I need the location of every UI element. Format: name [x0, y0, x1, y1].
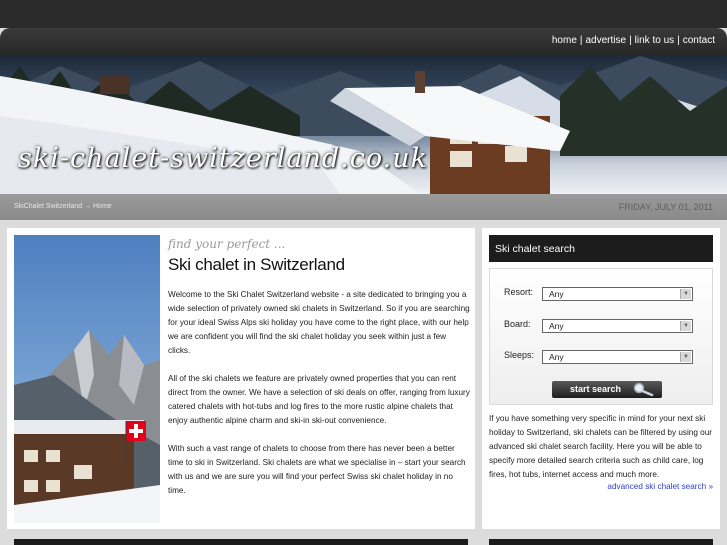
- page-title: Ski chalet in Switzerland: [168, 255, 345, 274]
- site-title-logo[interactable]: ski-chalet-switzerland.co.uk: [18, 143, 428, 174]
- nav-separator: |: [677, 35, 680, 46]
- next-section-header: [14, 539, 468, 545]
- breadcrumb-site[interactable]: SkiChalet Switzerland: [14, 203, 82, 210]
- breadcrumb: SkiChalet Switzerland → Home: [14, 203, 112, 210]
- sleeps-select[interactable]: Any ▼: [542, 350, 693, 364]
- advanced-search-info: If you have something very specific in m…: [489, 414, 713, 479]
- board-select[interactable]: Any ▼: [542, 319, 693, 333]
- nav-separator: |: [629, 35, 632, 46]
- resort-select[interactable]: Any ▼: [542, 287, 693, 301]
- sleeps-label: Sleeps:: [504, 350, 535, 360]
- intro-text: Welcome to the Ski Chalet Switzerland we…: [168, 288, 470, 512]
- intro-paragraph: Welcome to the Ski Chalet Switzerland we…: [168, 290, 470, 355]
- main-content-panel: find your perfect ... Ski chalet in Swit…: [7, 228, 475, 529]
- breadcrumb-current: Home: [93, 203, 112, 210]
- page-tagline: find your perfect ...: [168, 237, 286, 251]
- resort-label: Resort:: [504, 287, 534, 297]
- nav-link-contact[interactable]: contact: [683, 35, 715, 46]
- nav-link-link-to-us[interactable]: link to us: [635, 35, 674, 46]
- intro-paragraph: With such a vast range of chalets to cho…: [168, 444, 466, 495]
- breadcrumb-bar: SkiChalet Switzerland → Home FRIDAY, JUL…: [0, 194, 727, 220]
- intro-paragraph: All of the ski chalets we feature are pr…: [168, 374, 470, 425]
- search-panel-title: Ski chalet search: [495, 243, 575, 255]
- search-form: Resort: Any ▼ Board: Any ▼ Sleeps: Any ▼…: [489, 268, 713, 405]
- resort-select-value: Any: [549, 289, 564, 299]
- start-search-button[interactable]: start search: [552, 381, 662, 398]
- chalet-photo: [14, 235, 160, 523]
- chevron-down-icon: ▼: [680, 289, 691, 299]
- search-panel-header: Ski chalet search: [489, 235, 713, 262]
- top-nav-bar: home | advertise | link to us | contact: [0, 28, 727, 56]
- header-banner: ski-chalet-switzerland.co.uk: [0, 56, 727, 194]
- breadcrumb-separator: →: [84, 203, 92, 210]
- magnifier-icon: [633, 382, 654, 397]
- nav-link-home[interactable]: home: [552, 35, 577, 46]
- top-strip: [0, 0, 727, 28]
- chevron-down-icon: ▼: [680, 321, 691, 331]
- next-sidebar-header: [489, 539, 713, 545]
- nav-separator: |: [579, 35, 583, 46]
- advanced-search-link[interactable]: advanced ski chalet search »: [607, 482, 713, 491]
- nav-link-advertise[interactable]: advertise: [585, 35, 626, 46]
- chevron-down-icon: ▼: [680, 352, 691, 362]
- current-date: FRIDAY, JULY 01, 2011: [618, 202, 713, 212]
- board-label: Board:: [504, 319, 531, 329]
- start-search-label: start search: [570, 384, 622, 394]
- sleeps-select-value: Any: [549, 352, 564, 362]
- sidebar-panel: Ski chalet search Resort: Any ▼ Board: A…: [482, 228, 720, 529]
- board-select-value: Any: [549, 321, 564, 331]
- top-nav-links: home | advertise | link to us | contact: [552, 35, 715, 46]
